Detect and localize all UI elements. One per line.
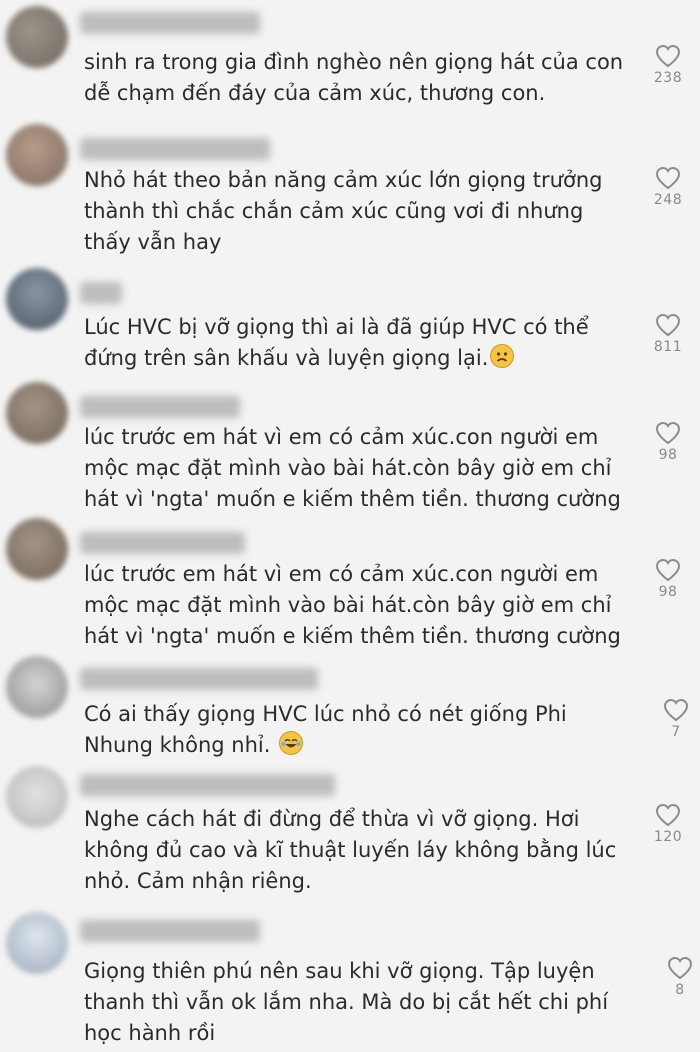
comment-text: Nghe cách hát đi đừng để thừa vì vỡ giọn… [84, 807, 623, 893]
like-count: 8 [675, 982, 685, 998]
avatar[interactable] [6, 6, 68, 68]
username[interactable] [80, 774, 335, 796]
comment-text: sinh ra trong gia đình nghèo nên giọng h… [84, 50, 630, 105]
avatar[interactable] [6, 912, 68, 974]
like-button[interactable]: 98 [646, 558, 690, 600]
like-count: 238 [653, 70, 683, 86]
like-count: 120 [653, 829, 683, 845]
laughing-tears-emoji [279, 731, 304, 755]
comment-text: Nhỏ hát theo bản năng cảm xúc lớn giọng … [84, 168, 610, 254]
heart-outline-icon [655, 421, 681, 445]
heart-outline-icon [655, 313, 681, 337]
username[interactable] [80, 668, 318, 690]
like-button[interactable]: 98 [646, 421, 690, 463]
avatar[interactable] [6, 124, 68, 186]
username[interactable] [80, 282, 122, 304]
username[interactable] [80, 920, 260, 942]
comment-text: Giọng thiên phú nên sau khi vỡ giọng. Tậ… [84, 959, 615, 1045]
like-count: 98 [658, 447, 678, 463]
comment-text: Có ai thấy giọng HVC lúc nhỏ có nét giốn… [84, 699, 634, 761]
heart-outline-icon [655, 166, 681, 190]
avatar[interactable] [6, 382, 68, 444]
comment-text: Lúc HVC bị vỡ giọng thì ai là đã giúp HV… [84, 312, 634, 374]
username[interactable] [80, 12, 260, 34]
like-button[interactable]: 7 [654, 698, 698, 740]
heart-outline-icon [663, 698, 689, 722]
avatar[interactable] [6, 518, 68, 580]
username[interactable] [80, 532, 245, 554]
comment-text: lúc trước em hát vì em có cảm xúc.con ng… [84, 562, 621, 648]
avatar[interactable] [6, 268, 68, 330]
heart-outline-icon [655, 803, 681, 827]
avatar[interactable] [6, 656, 68, 718]
like-button[interactable]: 120 [646, 803, 690, 845]
avatar[interactable] [6, 766, 68, 828]
heart-outline-icon [655, 558, 681, 582]
like-button[interactable]: 248 [646, 166, 690, 208]
like-count: 811 [653, 339, 683, 355]
like-count: 248 [653, 192, 683, 208]
comment-text-body: Có ai thấy giọng HVC lúc nhỏ có nét giốn… [84, 702, 574, 757]
like-count: 7 [671, 724, 681, 740]
like-button[interactable]: 8 [658, 956, 700, 998]
comment-text-body: Lúc HVC bị vỡ giọng thì ai là đã giúp HV… [84, 315, 596, 370]
like-button[interactable]: 238 [646, 44, 690, 86]
username[interactable] [80, 138, 270, 160]
like-count: 98 [658, 584, 678, 600]
comment-text: lúc trước em hát vì em có cảm xúc.con ng… [84, 425, 621, 511]
heart-outline-icon [667, 956, 693, 980]
heart-outline-icon [655, 44, 681, 68]
like-button[interactable]: 811 [646, 313, 690, 355]
username[interactable] [80, 396, 240, 418]
sad-face-emoji [490, 344, 515, 368]
